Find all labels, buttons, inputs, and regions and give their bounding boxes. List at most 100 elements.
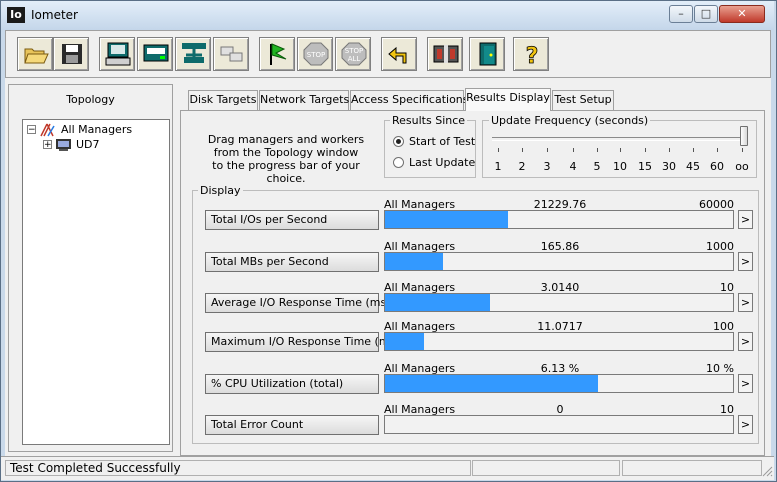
- metric-select-button[interactable]: >: [738, 210, 753, 229]
- close-button[interactable]: ✕: [719, 5, 765, 23]
- title-bar[interactable]: Io Iometer – □ ✕: [1, 1, 774, 30]
- tab-disk-targets[interactable]: Disk Targets: [188, 90, 258, 110]
- metric-button[interactable]: Total MBs per Second: [205, 252, 379, 272]
- drag-instructions: Drag managers and workers from the Topol…: [194, 133, 378, 185]
- frequency-tick-mark: [620, 148, 621, 152]
- folder-open-icon: [24, 48, 49, 64]
- frequency-tick-mark: [597, 148, 598, 152]
- metric-button[interactable]: Total I/Os per Second: [205, 210, 379, 230]
- resize-grip-icon[interactable]: [761, 465, 773, 477]
- radio-start-of-test-label: Start of Test: [409, 135, 476, 148]
- frequency-tick-mark: [693, 148, 694, 152]
- metric-button[interactable]: Maximum I/O Response Time (ms): [205, 332, 400, 352]
- topology-panel: Topology − All Managers + UD7: [8, 84, 173, 452]
- metric-progress-track[interactable]: [384, 293, 734, 312]
- start-tests-button[interactable]: [259, 37, 295, 71]
- maximize-button[interactable]: □: [694, 5, 718, 23]
- frequency-tick-label: 10: [613, 160, 627, 173]
- frequency-tick-label: 3: [543, 160, 551, 173]
- tab-test-setup[interactable]: Test Setup: [552, 90, 614, 110]
- radio-last-update-button[interactable]: [393, 157, 404, 168]
- frequency-ticks: 1 2 3 4 5 10 15 30 45 60 oo: [484, 148, 756, 176]
- frequency-tick-label: oo: [735, 160, 749, 173]
- green-flag-icon: [270, 43, 287, 65]
- radio-start-of-test[interactable]: Start of Test: [393, 135, 475, 149]
- duplicate-worker-button[interactable]: [175, 37, 211, 71]
- radio-start-of-test-button[interactable]: [393, 136, 404, 147]
- frequency-tick-mark: [645, 148, 646, 152]
- tree-label-all-managers: All Managers: [61, 123, 133, 136]
- tab-access-specifications[interactable]: Access Specifications: [350, 90, 469, 110]
- about-button[interactable]: ?: [513, 37, 549, 71]
- topology-tree[interactable]: − All Managers + UD7: [22, 119, 170, 445]
- topology-title: Topology: [66, 93, 115, 106]
- metric-select-button[interactable]: >: [738, 252, 753, 271]
- metric-progress-track[interactable]: [384, 374, 734, 393]
- metric-progress-track[interactable]: [384, 210, 734, 229]
- metric-button[interactable]: Average I/O Response Time (ms): [205, 293, 391, 313]
- frequency-tick-mark: [547, 148, 548, 152]
- expand-toggle[interactable]: +: [43, 140, 52, 150]
- radio-selected-dot: [396, 139, 401, 144]
- stop-all-label-2: ALL: [348, 55, 361, 63]
- status-pane-3: [622, 460, 762, 476]
- frequency-tick-mark: [498, 148, 499, 152]
- instruction-line-1: Drag managers and workers: [207, 133, 365, 146]
- disconnect-worker-button[interactable]: [213, 37, 249, 71]
- metric-select-button[interactable]: >: [738, 293, 753, 312]
- computer-manager-icon: [433, 45, 459, 63]
- metric-progress-track[interactable]: [384, 332, 734, 351]
- frequency-slider-track[interactable]: [492, 137, 744, 141]
- radio-last-update-label: Last Update: [409, 156, 476, 169]
- minimize-button[interactable]: –: [669, 5, 693, 23]
- start-disk-worker-button[interactable]: [99, 37, 135, 71]
- frequency-tick-label: 2: [518, 160, 526, 173]
- frequency-slider-thumb[interactable]: [740, 126, 748, 146]
- stop-all-label-1: STOP: [345, 47, 363, 55]
- frequency-tick-label: 45: [686, 160, 700, 173]
- stop-all-button[interactable]: STOP ALL: [335, 37, 371, 71]
- tab-results-display[interactable]: Results Display: [465, 88, 551, 111]
- disk-worker-icon: [105, 42, 131, 66]
- metric-progress-fill: [385, 253, 443, 270]
- stop-sign-icon: STOP: [303, 42, 329, 66]
- metric-progress-track[interactable]: [384, 415, 734, 434]
- stop-all-sign-icon: STOPALL: [341, 42, 367, 66]
- all-managers-icon: [40, 123, 55, 137]
- frequency-tick-label: 15: [638, 160, 652, 173]
- metric-progress-fill: [385, 211, 508, 228]
- new-manager-button[interactable]: [427, 37, 463, 71]
- collapse-toggle[interactable]: −: [27, 125, 36, 135]
- frequency-tick-label: 1: [494, 160, 502, 173]
- stop-button[interactable]: STOP: [297, 37, 333, 71]
- start-network-worker-button[interactable]: [137, 37, 173, 71]
- metric-select-button[interactable]: >: [738, 374, 753, 393]
- frequency-tick-mark: [669, 148, 670, 152]
- exit-button[interactable]: [469, 37, 505, 71]
- radio-last-update[interactable]: Last Update: [393, 156, 475, 170]
- update-frequency-label: Update Frequency (seconds): [489, 114, 651, 127]
- status-text: Test Completed Successfully: [5, 460, 471, 476]
- about-label: ?: [526, 44, 539, 67]
- metric-button[interactable]: Total Error Count: [205, 415, 379, 435]
- network-worker-icon: [143, 44, 169, 62]
- status-bar: Test Completed Successfully: [1, 456, 774, 480]
- metric-select-button[interactable]: >: [738, 415, 753, 434]
- status-pane-2: [472, 460, 620, 476]
- metric-button[interactable]: % CPU Utilization (total): [205, 374, 379, 394]
- instruction-line-2: from the Topology window: [213, 146, 359, 159]
- save-config-button[interactable]: [53, 37, 89, 71]
- metric-select-button[interactable]: >: [738, 332, 753, 351]
- frequency-tick-label: 30: [662, 160, 676, 173]
- manager-computer-icon: [56, 139, 71, 151]
- metric-progress-fill: [385, 294, 490, 311]
- frequency-tick-mark: [742, 148, 743, 152]
- metric-progress-fill: [385, 375, 598, 392]
- exit-door-icon: [479, 42, 497, 66]
- toolbar: STOP STOP ALL ?: [5, 30, 771, 78]
- metric-progress-track[interactable]: [384, 252, 734, 271]
- tab-network-targets[interactable]: Network Targets: [259, 90, 349, 110]
- reset-workers-button[interactable]: [381, 37, 417, 71]
- question-mark-icon: ?: [525, 44, 539, 67]
- open-config-button[interactable]: [17, 37, 53, 71]
